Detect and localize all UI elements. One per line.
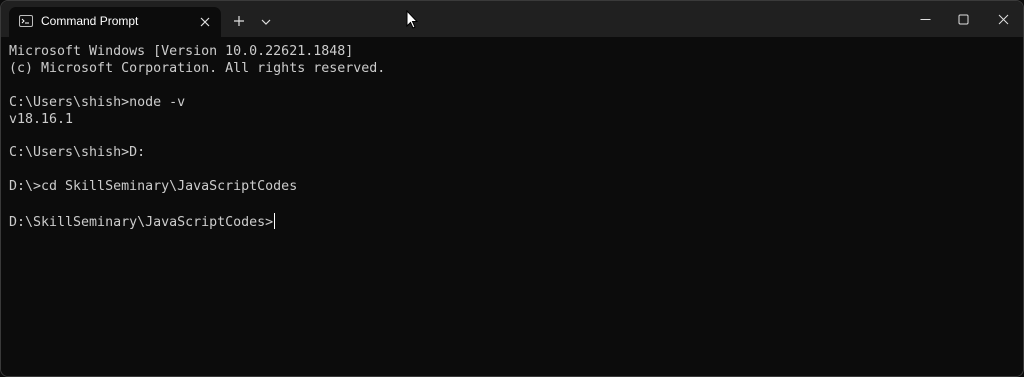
prompt-line[interactable]: D:\SkillSeminary\JavaScriptCodes> [9, 212, 1023, 230]
mouse-pointer-icon [406, 9, 419, 30]
close-icon[interactable] [199, 15, 211, 27]
terminal-line: (c) Microsoft Corporation. All rights re… [9, 60, 386, 76]
tab-title: Command Prompt [41, 14, 139, 28]
title-bar[interactable]: Command Prompt [1, 1, 1023, 37]
maximize-button[interactable] [943, 1, 983, 37]
minimize-icon [920, 19, 931, 20]
maximize-icon [958, 14, 969, 25]
terminal-output[interactable]: Microsoft Windows [Version 10.0.22621.18… [1, 37, 1023, 376]
terminal-line: v18.16.1 [9, 111, 74, 127]
terminal-line: Microsoft Windows [Version 10.0.22621.18… [9, 44, 354, 59]
prompt-text: D:\SkillSeminary\JavaScriptCodes> [9, 214, 274, 230]
chevron-down-icon[interactable] [259, 15, 273, 27]
minimize-button[interactable] [905, 1, 945, 37]
command-prompt-icon [19, 15, 33, 27]
close-icon [998, 14, 1009, 25]
plus-icon[interactable] [231, 13, 247, 29]
terminal-window: Command Prompt Microsoft Windows [Versio… [0, 0, 1024, 377]
text-cursor [274, 212, 276, 229]
close-window-button[interactable] [983, 1, 1023, 37]
terminal-line: C:\Users\shish>D: [9, 145, 146, 161]
terminal-line: D:\>cd SkillSeminary\JavaScriptCodes [9, 179, 298, 195]
tab-command-prompt[interactable]: Command Prompt [9, 7, 221, 37]
terminal-line: C:\Users\shish>node -v [9, 94, 186, 110]
